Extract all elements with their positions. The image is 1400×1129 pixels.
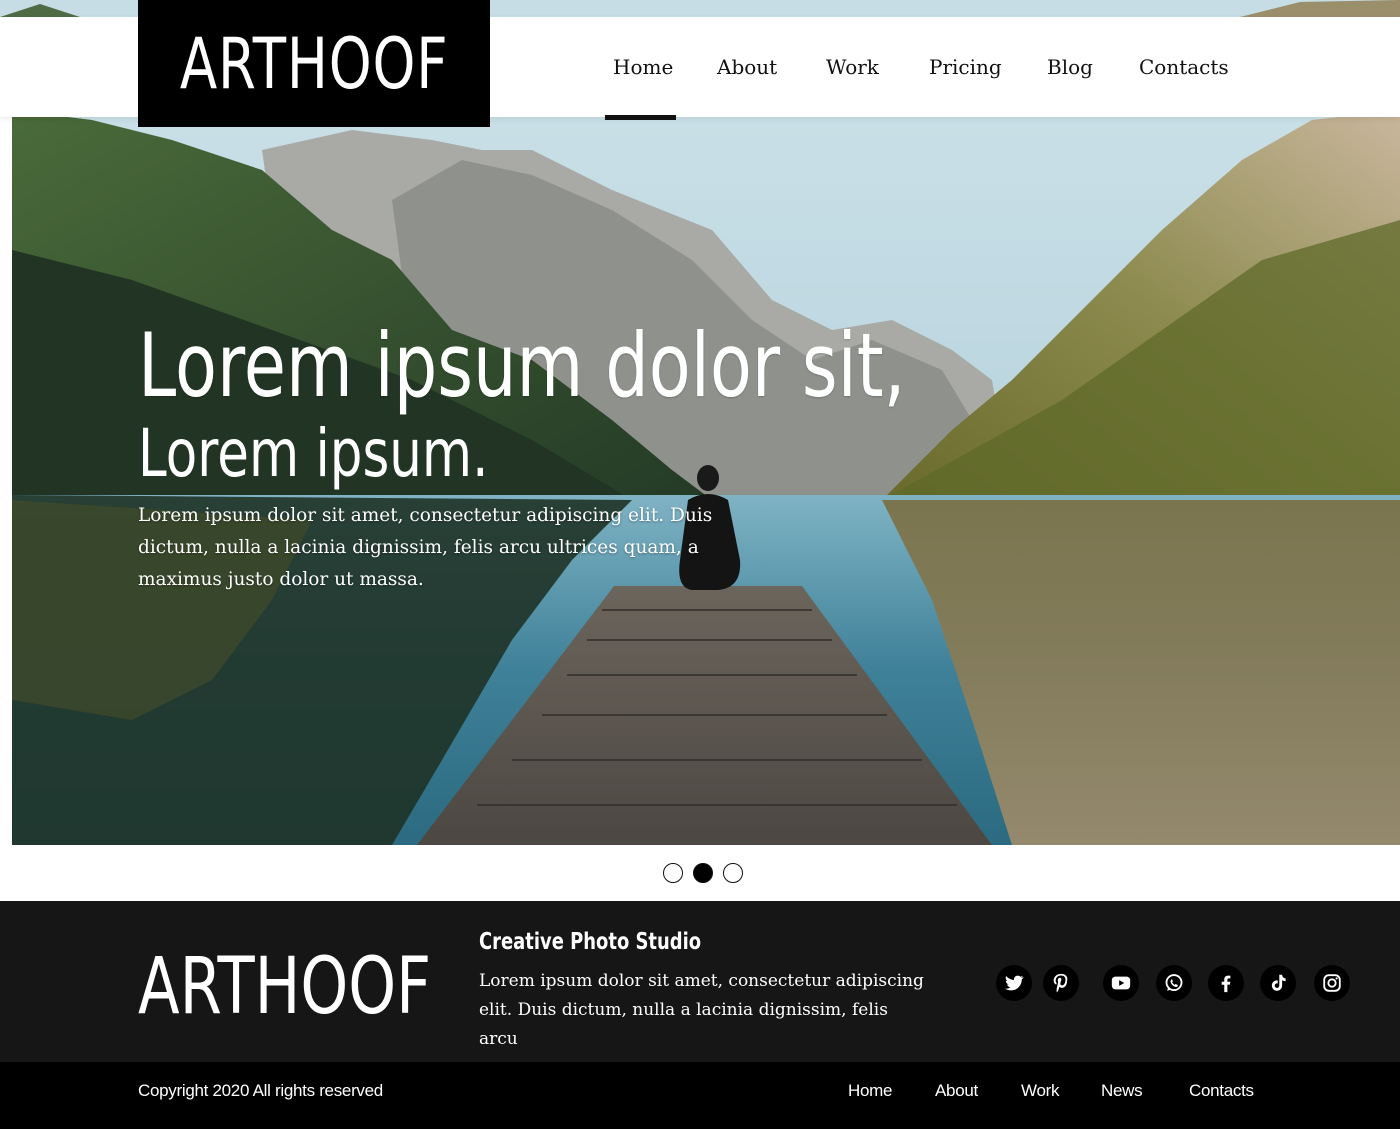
instagram-icon[interactable] bbox=[1314, 965, 1350, 1001]
slider-dot-2[interactable] bbox=[693, 863, 713, 883]
hero-title: Lorem ipsum dolor sit, bbox=[138, 314, 906, 417]
footer-bottom-bar: Copyright 2020 All rights reserved Home … bbox=[0, 1062, 1400, 1129]
twitter-icon[interactable] bbox=[996, 965, 1032, 1001]
nav-about[interactable]: About bbox=[717, 17, 777, 117]
footer-logo[interactable]: ARTHOOF bbox=[138, 945, 431, 1029]
hero-subtitle: Lorem ipsum. bbox=[138, 415, 489, 492]
nav-pricing[interactable]: Pricing bbox=[929, 17, 1002, 117]
slider-dots bbox=[663, 863, 743, 883]
copyright-text: Copyright 2020 All rights reserved bbox=[138, 1081, 383, 1100]
footer-nav-home[interactable]: Home bbox=[848, 1081, 892, 1101]
facebook-icon[interactable] bbox=[1208, 965, 1244, 1001]
footer-nav-news[interactable]: News bbox=[1101, 1081, 1143, 1101]
nav-home[interactable]: Home bbox=[613, 17, 673, 117]
nav-blog[interactable]: Blog bbox=[1047, 17, 1093, 117]
footer-studio-title: Creative Photo Studio bbox=[479, 929, 702, 955]
pinterest-icon[interactable] bbox=[1043, 965, 1079, 1001]
main-nav: Home About Work Pricing Blog Contacts bbox=[0, 17, 1400, 117]
footer-description: Lorem ipsum dolor sit amet, consectetur … bbox=[479, 971, 924, 1049]
whatsapp-icon[interactable] bbox=[1156, 965, 1192, 1001]
footer-nav-work[interactable]: Work bbox=[1021, 1081, 1059, 1101]
hero-description: Lorem ipsum dolor sit amet, consectetur … bbox=[138, 505, 713, 590]
footer: ARTHOOF Creative Photo Studio Lorem ipsu… bbox=[0, 901, 1400, 1062]
slider-dot-3[interactable] bbox=[723, 863, 743, 883]
nav-active-indicator bbox=[605, 115, 676, 120]
youtube-icon[interactable] bbox=[1103, 965, 1139, 1001]
footer-nav-contacts[interactable]: Contacts bbox=[1189, 1081, 1254, 1101]
slider-dot-1[interactable] bbox=[663, 863, 683, 883]
tiktok-icon[interactable] bbox=[1260, 965, 1296, 1001]
nav-work[interactable]: Work bbox=[826, 17, 879, 117]
nav-contacts[interactable]: Contacts bbox=[1139, 17, 1229, 117]
footer-nav-about[interactable]: About bbox=[935, 1081, 978, 1101]
